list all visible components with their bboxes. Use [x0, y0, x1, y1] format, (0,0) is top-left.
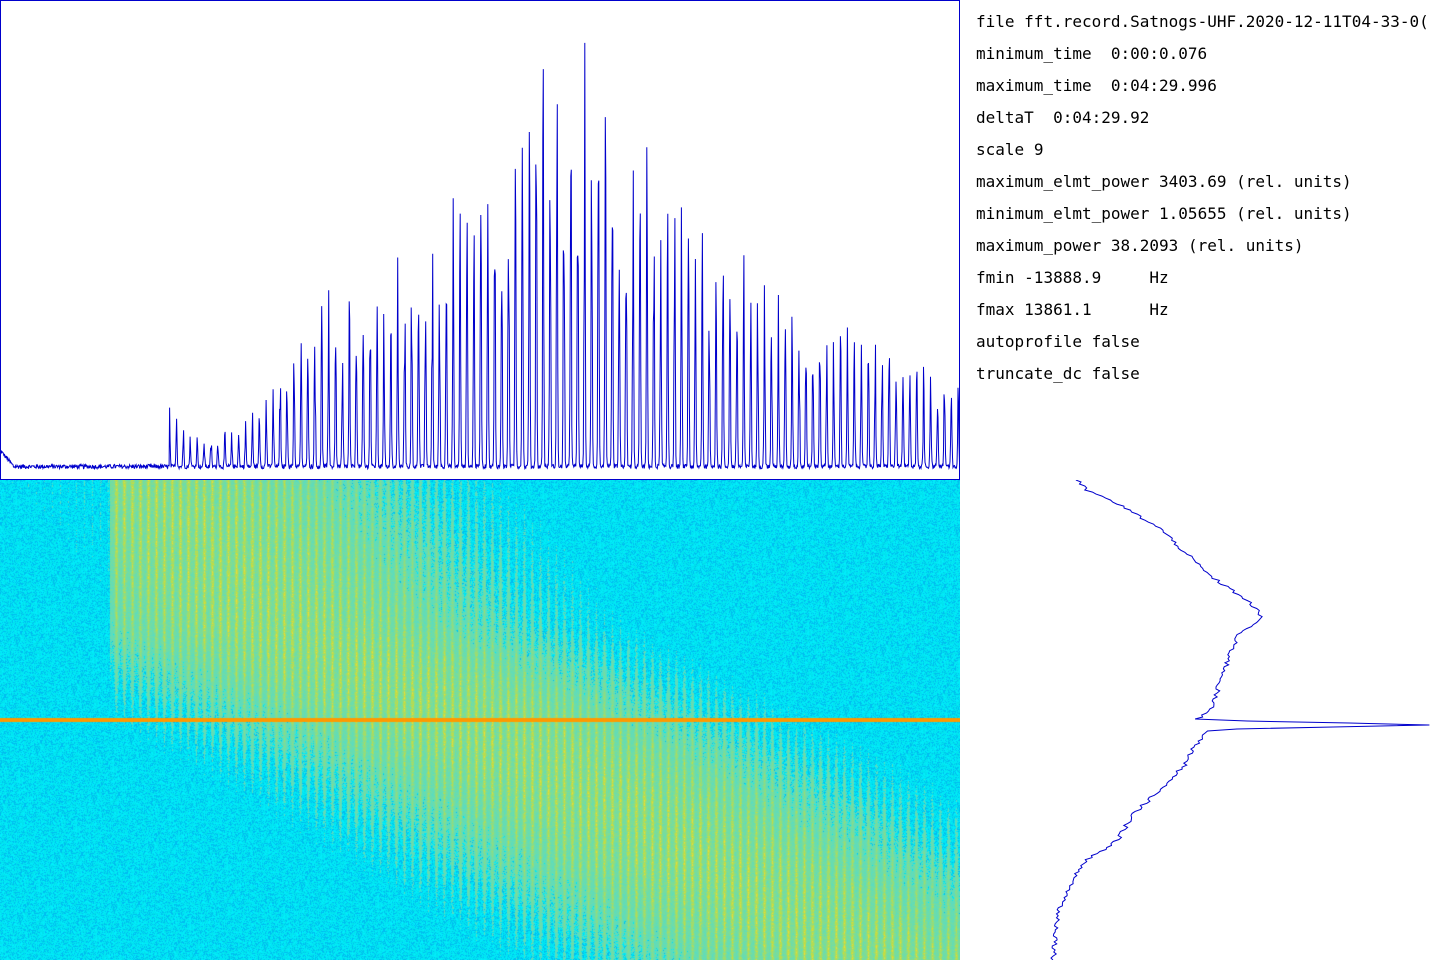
info-row-truncate-dc: truncate_dc false [976, 364, 1140, 383]
time-profile-plot [960, 480, 1440, 960]
info-row-scale: scale 9 [976, 140, 1044, 159]
info-row-maximum-elmt-power: maximum_elmt_power 3403.69 (rel. units) [976, 172, 1352, 191]
info-row-minimum-time: minimum_time 0:00:0.076 [976, 44, 1208, 63]
info-row-maximum-time: maximum_time 0:04:29.996 [976, 76, 1217, 95]
info-row-fmax: fmax 13861.1 Hz [976, 300, 1169, 319]
waterfall-plot [0, 480, 960, 960]
info-row-file: file fft.record.Satnogs-UHF.2020-12-11T0… [976, 12, 1429, 31]
profile-svg [1050, 480, 1430, 960]
waterfall-canvas [0, 480, 960, 960]
spectrum-svg [0, 0, 960, 480]
info-row-delta-t: deltaT 0:04:29.92 [976, 108, 1150, 127]
info-row-minimum-elmt-power: minimum_elmt_power 1.05655 (rel. units) [976, 204, 1352, 223]
spectrum-plot [0, 0, 960, 480]
info-row-fmin: fmin -13888.9 Hz [976, 268, 1169, 287]
time-profile-trace [1050, 480, 1430, 960]
info-panel: file fft.record.Satnogs-UHF.2020-12-11T0… [976, 10, 1440, 470]
info-row-maximum-power: maximum_power 38.2093 (rel. units) [976, 236, 1304, 255]
info-row-autoprofile: autoprofile false [976, 332, 1140, 351]
